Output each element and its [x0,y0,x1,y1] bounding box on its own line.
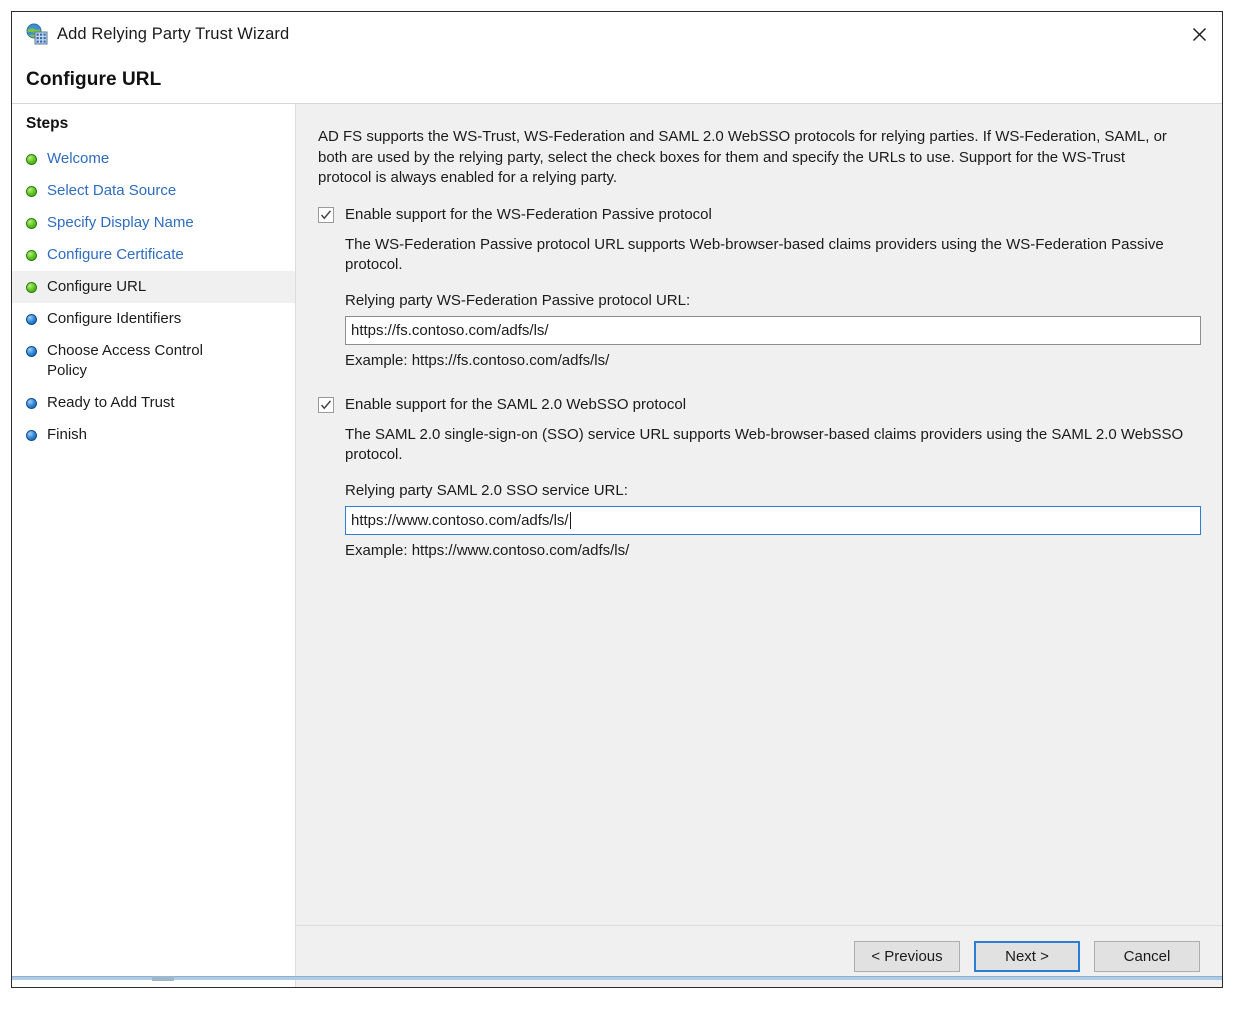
saml-url-input[interactable]: https://www.contoso.com/adfs/ls/ [345,505,1201,535]
saml-description: The SAML 2.0 single-sign-on (SSO) servic… [345,425,1184,464]
wsfed-checkbox[interactable] [318,206,334,223]
checkmark-icon [320,209,332,219]
sidebar-item-label: Configure Certificate [47,246,184,263]
wizard-body: Steps Welcome Select Data Source Specify… [12,104,1222,987]
step-status-bullet-icon [26,346,37,357]
saml-checkbox[interactable] [318,396,334,413]
sidebar-item-specify-display-name[interactable]: Specify Display Name [12,207,295,239]
step-status-bullet-icon [26,430,37,441]
sidebar-item-label: Configure URL [47,278,147,295]
saml-url-label: Relying party SAML 2.0 SSO service URL: [345,481,628,499]
text-caret [569,511,571,529]
step-status-bullet-icon [26,314,37,325]
next-button[interactable]: Next > [974,941,1080,972]
cancel-button[interactable]: Cancel [1094,941,1200,972]
sidebar-item-finish[interactable]: Finish [12,419,295,451]
sidebar-item-label: Finish [47,426,88,443]
wsfed-example: Example: https://fs.contoso.com/adfs/ls/ [345,351,610,369]
intro-paragraph: AD FS supports the WS-Trust, WS-Federati… [318,128,1167,186]
sidebar-item-label: Select Data Source [47,182,177,199]
sidebar-item-label: Choose Access Control Policy [47,342,203,379]
sidebar-item-label: Specify Display Name [47,214,194,231]
window-bottom-edge [12,976,1222,980]
wsfed-url-input[interactable]: https://fs.contoso.com/adfs/ls/ [345,315,1201,345]
step-status-bullet-icon [26,282,37,293]
sidebar-item-label: Ready to Add Trust [47,394,175,411]
wsfed-url-value: https://fs.contoso.com/adfs/ls/ [351,321,549,339]
saml-checkbox-label: Enable support for the SAML 2.0 WebSSO p… [345,395,687,413]
wizard-window: Add Relying Party Trust Wizard Configure… [11,11,1223,988]
sidebar-item-configure-identifiers[interactable]: Configure Identifiers [12,303,295,335]
sidebar-item-configure-url[interactable]: Configure URL [12,271,295,303]
step-status-bullet-icon [26,398,37,409]
saml-checkbox-row[interactable]: Enable support for the SAML 2.0 WebSSO p… [318,395,1200,415]
saml-url-value: https://www.contoso.com/adfs/ls/ [351,511,569,529]
saml-section: The SAML 2.0 single-sign-on (SSO) servic… [318,425,1201,559]
content-panel: AD FS supports the WS-Trust, WS-Federati… [295,104,1222,987]
checkmark-icon [320,399,332,409]
saml-example: Example: https://www.contoso.com/adfs/ls… [345,541,630,559]
step-status-bullet-icon [26,218,37,229]
sidebar-item-label: Configure Identifiers [47,310,182,327]
sidebar-item-choose-access-control-policy[interactable]: Choose Access Control Policy [12,335,295,387]
wsfed-checkbox-row[interactable]: Enable support for the WS-Federation Pas… [318,205,1200,225]
steps-heading: Steps [26,115,69,132]
window-resize-handle[interactable] [152,976,174,981]
sidebar-item-label: Welcome [47,150,110,167]
content-inner: AD FS supports the WS-Trust, WS-Federati… [296,104,1222,925]
close-icon[interactable] [1176,12,1222,56]
previous-button[interactable]: < Previous [854,941,960,972]
sidebar-item-ready-to-add-trust[interactable]: Ready to Add Trust [12,387,295,419]
wsfed-section: The WS-Federation Passive protocol URL s… [318,235,1201,369]
screenshot-root: Add Relying Party Trust Wizard Configure… [0,0,1234,1010]
window-titlebar: Add Relying Party Trust Wizard [12,12,1222,56]
page-header: Configure URL [12,56,1222,103]
step-status-bullet-icon [26,154,37,165]
wsfed-url-label: Relying party WS-Federation Passive prot… [345,291,691,309]
sidebar-item-select-data-source[interactable]: Select Data Source [12,175,295,207]
steps-sidebar: Steps Welcome Select Data Source Specify… [12,104,295,987]
sidebar-item-configure-certificate[interactable]: Configure Certificate [12,239,295,271]
step-status-bullet-icon [26,186,37,197]
step-status-bullet-icon [26,250,37,261]
wsfed-checkbox-label: Enable support for the WS-Federation Pas… [345,205,712,223]
sidebar-item-welcome[interactable]: Welcome [12,143,295,175]
adfs-globe-server-icon [26,23,48,45]
page-title: Configure URL [26,68,162,90]
window-title: Add Relying Party Trust Wizard [57,24,290,43]
wsfed-description: The WS-Federation Passive protocol URL s… [345,235,1164,274]
